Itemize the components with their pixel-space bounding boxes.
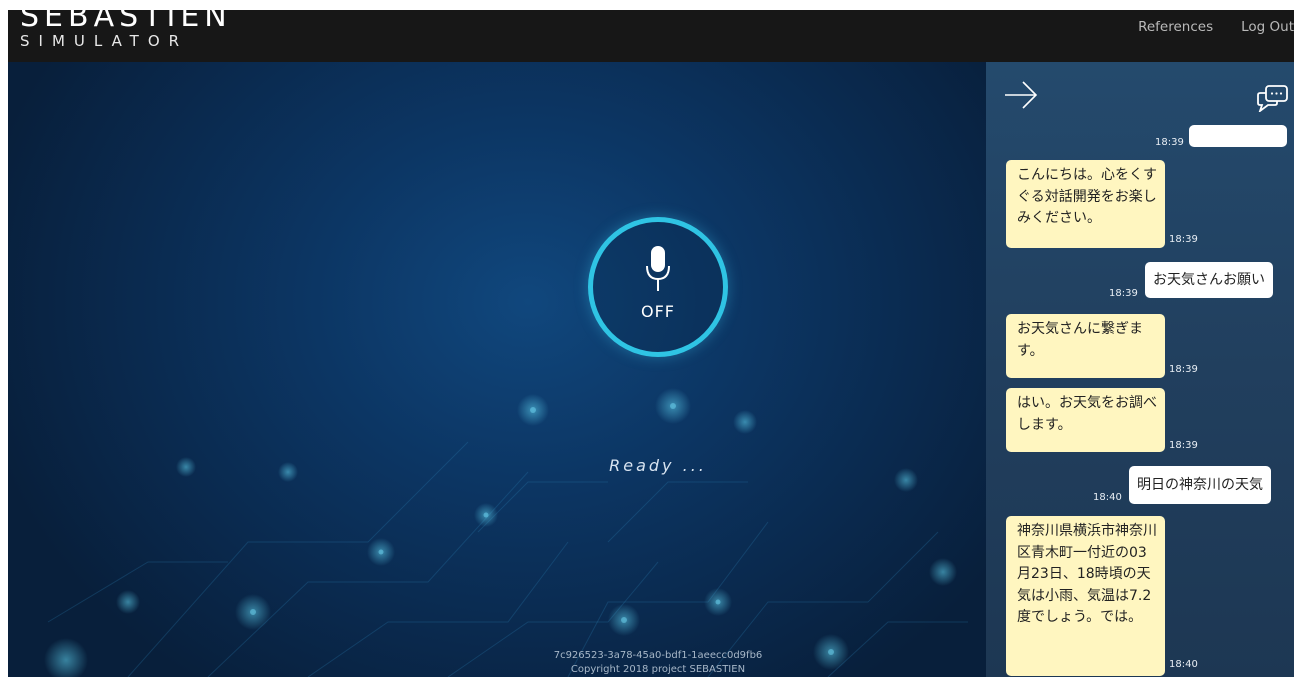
bot-bubble: はい。お天気をお調べします。 bbox=[1006, 388, 1165, 452]
logo-subtitle: SIMULATOR bbox=[20, 32, 189, 50]
message-time: 18:40 bbox=[1093, 492, 1122, 503]
mic-state-label: OFF bbox=[641, 302, 675, 321]
logo-title: SEBASTIEN bbox=[20, 10, 232, 34]
voice-stage: OFF Ready ... 7c926523-3a78-45a0-bdf1-1a… bbox=[8, 62, 986, 677]
bot-bubble: こんにちは。心をくすぐる対話開発をお楽しみください。 bbox=[1006, 160, 1165, 248]
logo: SEBASTIEN SIMULATOR bbox=[20, 10, 232, 49]
message-time: 18:39 bbox=[1169, 440, 1198, 451]
microphone-icon bbox=[646, 246, 670, 291]
mic-toggle-button[interactable]: OFF bbox=[588, 217, 728, 357]
message-time: 18:39 bbox=[1169, 364, 1198, 375]
user-bubble: 明日の神奈川の天気 bbox=[1129, 466, 1271, 504]
message-time: 18:39 bbox=[1169, 234, 1198, 245]
references-link[interactable]: References bbox=[1138, 19, 1213, 35]
message-time: 18:39 bbox=[1155, 137, 1184, 148]
app-window: SEBASTIEN SIMULATOR References Log Out O… bbox=[8, 10, 1294, 677]
bot-bubble: 神奈川県横浜市神奈川区青木町一付近の03月23日、18時頃の天気は小雨、気温は7… bbox=[1006, 516, 1165, 676]
arrow-right-icon[interactable] bbox=[1004, 80, 1038, 110]
circuit-background bbox=[44, 388, 968, 677]
user-bubble: お天気さんお願い bbox=[1145, 262, 1273, 298]
top-bar: SEBASTIEN SIMULATOR References Log Out bbox=[8, 10, 1294, 62]
top-nav: References Log Out bbox=[1138, 19, 1294, 35]
logout-link[interactable]: Log Out bbox=[1241, 19, 1294, 35]
message-time: 18:39 bbox=[1109, 288, 1138, 299]
bot-bubble: お天気さんに繋ぎます。 bbox=[1006, 314, 1165, 378]
chat-panel: 18:39 こんにちは。心をくすぐる対話開発をお楽しみください。 18:39 お… bbox=[986, 62, 1294, 677]
user-bubble bbox=[1189, 125, 1287, 147]
message-time: 18:40 bbox=[1169, 659, 1198, 670]
chat-bubble-icon[interactable] bbox=[1257, 84, 1289, 112]
